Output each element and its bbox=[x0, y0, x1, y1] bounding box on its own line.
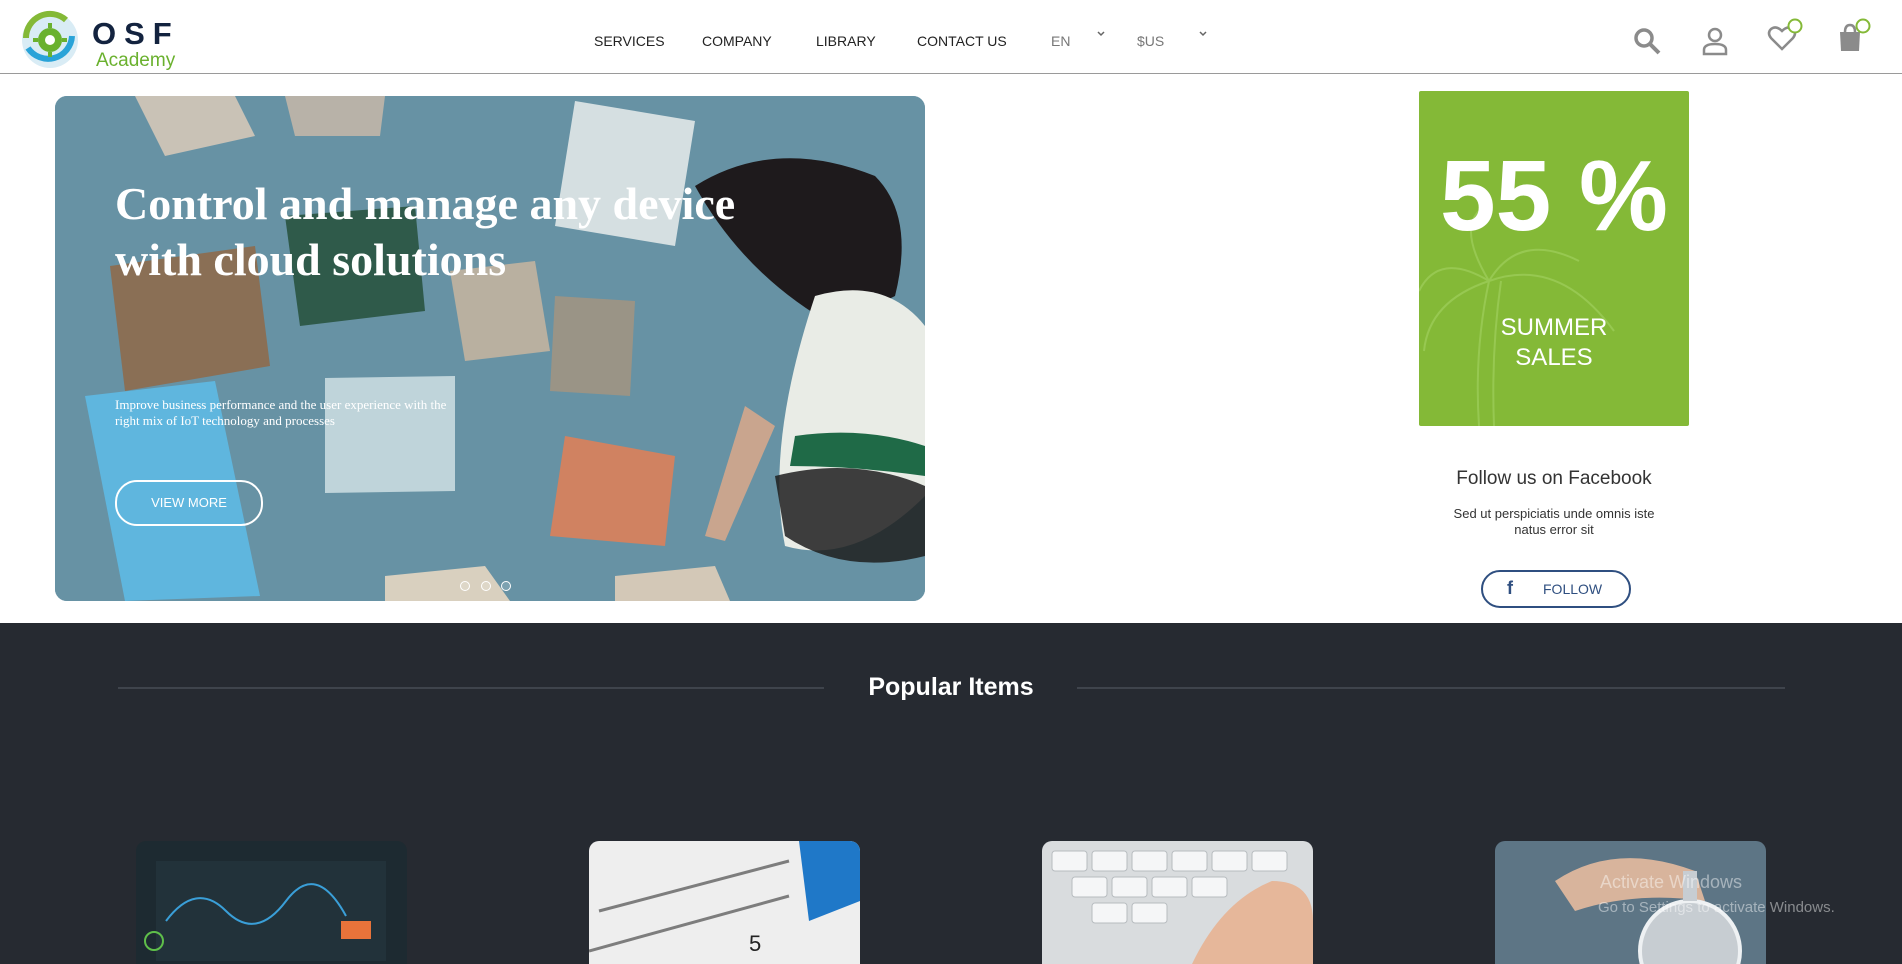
nav-company[interactable]: COMPANY bbox=[702, 33, 772, 49]
facebook-follow-button[interactable]: f FOLLOW bbox=[1481, 570, 1631, 608]
nav-contact-us[interactable]: CONTACT US bbox=[917, 33, 1007, 49]
promo-percent: 55 % bbox=[1440, 140, 1668, 252]
logo-gear-icon bbox=[22, 10, 78, 68]
slider-dot-1[interactable] bbox=[460, 581, 470, 591]
product-image bbox=[1042, 841, 1313, 964]
follow-label: FOLLOW bbox=[1543, 581, 1603, 597]
bag-icon[interactable] bbox=[1835, 18, 1871, 54]
nav-services[interactable]: SERVICES bbox=[594, 33, 665, 49]
product-card-2[interactable]: 5 bbox=[589, 841, 860, 964]
popular-items-title: Popular Items bbox=[868, 673, 1034, 701]
promo-label-line-2: SALES bbox=[1515, 344, 1593, 371]
view-more-button[interactable]: VIEW MORE bbox=[115, 480, 263, 526]
site-header: OSF Academy SERVICES COMPANY LIBRARY CON… bbox=[0, 0, 1902, 74]
product-image bbox=[136, 841, 407, 964]
windows-watermark-title: Activate Windows bbox=[1600, 872, 1743, 892]
logo-subtitle: Academy bbox=[96, 50, 176, 71]
facebook-title: Follow us on Facebook bbox=[1456, 468, 1652, 489]
currency-select[interactable]: $US bbox=[1137, 33, 1164, 49]
product-card-1[interactable] bbox=[136, 841, 407, 964]
product-image: 5 bbox=[589, 841, 860, 964]
heart-icon[interactable] bbox=[1767, 18, 1803, 54]
chevron-down-icon[interactable] bbox=[1097, 30, 1105, 38]
summer-sales-promo[interactable]: 55 % SUMMER SALES bbox=[1419, 91, 1689, 426]
language-select[interactable]: EN bbox=[1051, 33, 1070, 49]
facebook-text: Sed ut perspiciatis unde omnis iste natu… bbox=[1453, 506, 1655, 537]
chevron-down-icon[interactable] bbox=[1199, 30, 1207, 38]
slider-dot-2[interactable] bbox=[481, 581, 491, 591]
logo[interactable]: OSF Academy bbox=[20, 10, 180, 71]
promo-label: SUMMER SALES bbox=[1419, 313, 1689, 373]
hero-description: Improve business performance and the use… bbox=[115, 397, 447, 428]
nav-library[interactable]: LIBRARY bbox=[816, 33, 876, 49]
product-card-3[interactable] bbox=[1042, 841, 1313, 964]
logo-brand: OSF bbox=[92, 16, 180, 51]
svg-text:5: 5 bbox=[749, 931, 761, 956]
facebook-icon: f bbox=[1507, 578, 1513, 598]
promo-label-line-1: SUMMER bbox=[1500, 314, 1608, 341]
slider-dot-3[interactable] bbox=[501, 581, 511, 591]
user-icon[interactable] bbox=[1700, 26, 1730, 56]
search-icon[interactable] bbox=[1632, 26, 1662, 56]
hero-slider[interactable]: Control and manage any device with cloud… bbox=[55, 96, 925, 601]
hero-title: Control and manage any device with cloud… bbox=[115, 178, 736, 285]
windows-watermark-text: Go to Settings to activate Windows. bbox=[1598, 899, 1835, 916]
